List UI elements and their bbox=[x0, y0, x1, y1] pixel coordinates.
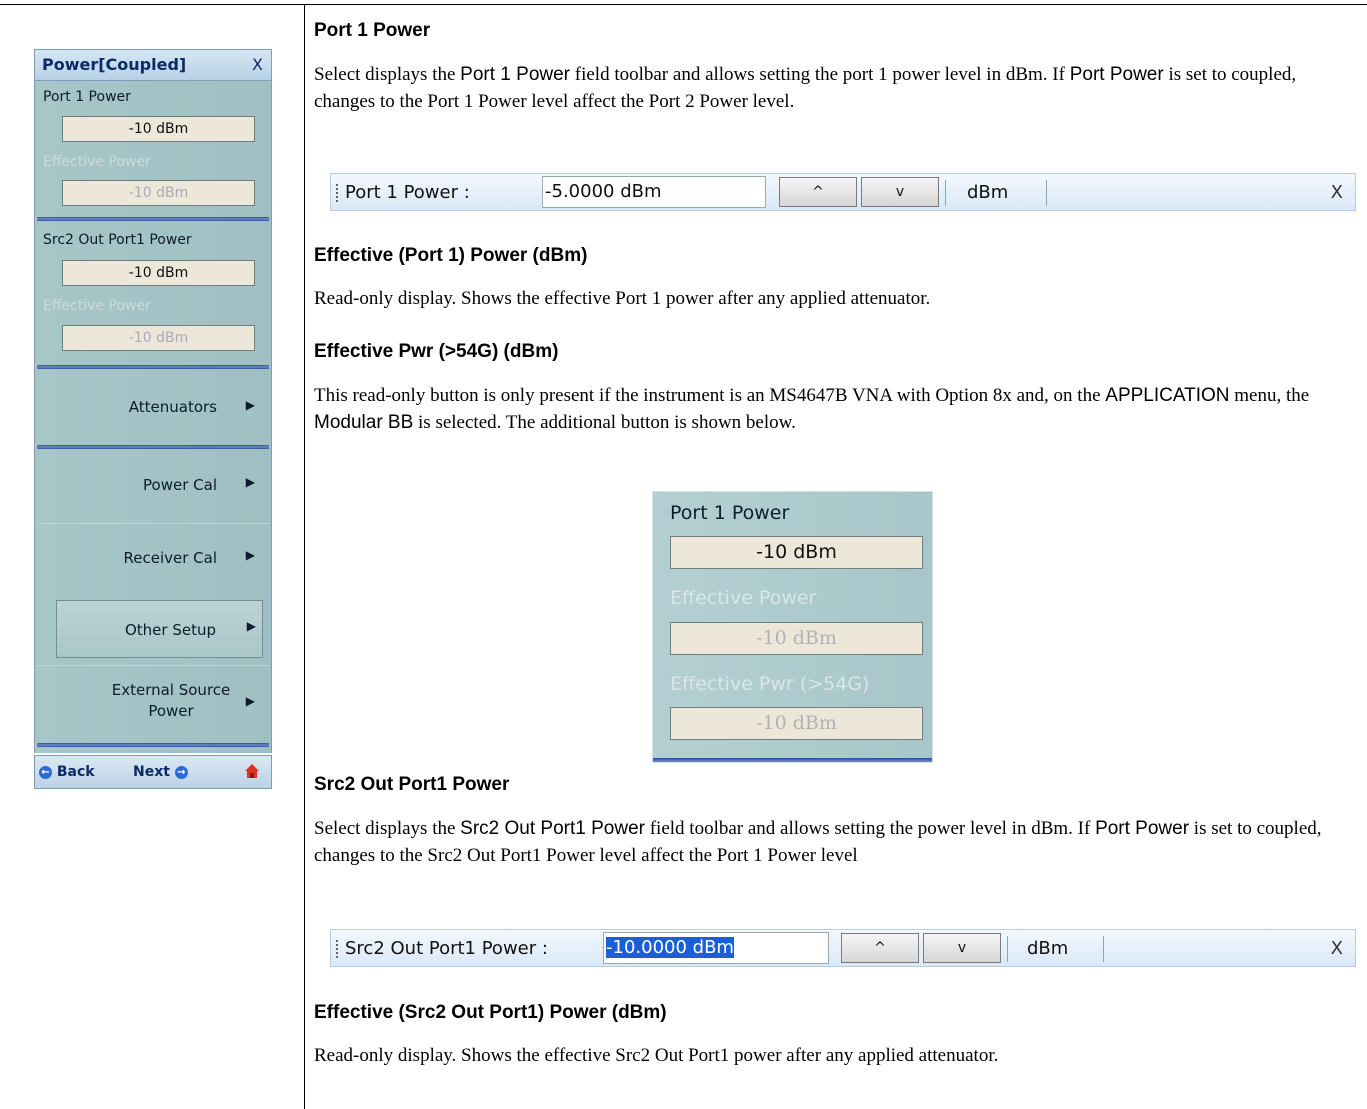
heading-src2-out-port1-power: Src2 Out Port1 Power bbox=[314, 774, 510, 795]
power-menu-panel: Power[Coupled] X Port 1 Power -10 dBm Ef… bbox=[34, 49, 272, 789]
shot-effective-pwr-54g-field: -10 dBm bbox=[670, 707, 923, 740]
toolbar-label: Src2 Out Port1 Power : bbox=[345, 938, 548, 959]
external-source-power-button[interactable]: External Source Power ▶ bbox=[37, 665, 269, 738]
separator bbox=[37, 743, 269, 747]
selected-value: -10.0000 dBm bbox=[606, 937, 734, 958]
chevron-right-icon: ▶ bbox=[245, 398, 255, 412]
receiver-cal-label: Receiver Cal bbox=[123, 549, 218, 567]
toolbar-label: Port 1 Power : bbox=[345, 182, 470, 203]
chevron-right-icon: ▶ bbox=[245, 694, 255, 708]
power-cal-button[interactable]: Power Cal ▶ bbox=[37, 451, 269, 523]
increment-button[interactable]: ^ bbox=[779, 177, 857, 207]
toolbar-divider bbox=[1007, 936, 1008, 962]
heading-effective-port1-power: Effective (Port 1) Power (dBm) bbox=[314, 245, 588, 266]
port1-power-label: Port 1 Power bbox=[43, 89, 131, 105]
src2-out-port1-power-field[interactable]: -10 dBm bbox=[62, 260, 255, 286]
panel-title-bar: Power[Coupled] X bbox=[34, 49, 272, 81]
next-button[interactable]: Next → bbox=[133, 764, 188, 780]
paragraph-effective-src2-power: Read-only display. Shows the effective S… bbox=[314, 1045, 999, 1066]
src2-out-port1-power-label: Src2 Out Port1 Power bbox=[43, 232, 192, 248]
toolbar-close-button[interactable]: X bbox=[1331, 938, 1343, 959]
increment-button[interactable]: ^ bbox=[841, 933, 919, 963]
next-label: Next bbox=[133, 764, 170, 780]
panel-screenshot: Port 1 Power -10 dBm Effective Power -10… bbox=[652, 491, 933, 763]
back-button[interactable]: ← Back bbox=[39, 764, 95, 780]
paragraph-effective-port1-power: Read-only display. Shows the effective P… bbox=[314, 288, 931, 309]
effective-power-label: Effective Power bbox=[43, 154, 151, 170]
toolbar-divider bbox=[1103, 936, 1104, 962]
top-rule bbox=[0, 4, 1367, 5]
paragraph-port1-power: Select displays the Port 1 Power field t… bbox=[314, 64, 1297, 112]
attenuators-button[interactable]: Attenuators ▶ bbox=[37, 371, 269, 443]
decrement-button[interactable]: v bbox=[861, 177, 939, 207]
shot-effective-pwr-54g-label: Effective Pwr (>54G) bbox=[670, 673, 870, 695]
panel-body: Port 1 Power -10 dBm Effective Power -10… bbox=[34, 81, 272, 753]
external-source-power-label: External Source Power bbox=[111, 681, 231, 720]
effective-power-label-2: Effective Power bbox=[43, 298, 151, 314]
shot-separator bbox=[653, 758, 932, 762]
chevron-right-icon: ▶ bbox=[245, 475, 255, 489]
heading-effective-src2-power: Effective (Src2 Out Port1) Power (dBm) bbox=[314, 1002, 667, 1023]
paragraph-src2-out-port1-power: Select displays the Src2 Out Port1 Power… bbox=[314, 818, 1322, 866]
separator bbox=[37, 445, 269, 449]
toolbar-close-button[interactable]: X bbox=[1331, 182, 1343, 203]
separator bbox=[37, 217, 269, 221]
column-divider bbox=[304, 4, 305, 1109]
panel-title: Power[Coupled] bbox=[42, 55, 187, 74]
src2-out-port1-power-toolbar: Src2 Out Port1 Power : -10.0000 dBm ^ v … bbox=[330, 929, 1356, 967]
power-cal-label: Power Cal bbox=[143, 476, 217, 494]
other-setup-button[interactable]: Other Setup ▶ bbox=[56, 600, 263, 658]
shot-effective-power-field: -10 dBm bbox=[670, 622, 923, 655]
shot-effective-power-label: Effective Power bbox=[670, 587, 817, 609]
separator bbox=[37, 365, 269, 369]
toolbar-grip[interactable] bbox=[336, 184, 340, 202]
port1-power-toolbar: Port 1 Power : -5.0000 dBm ^ v dBm X bbox=[330, 173, 1356, 211]
effective-power-field: -10 dBm bbox=[62, 180, 255, 206]
port1-power-field[interactable]: -10 dBm bbox=[62, 116, 255, 142]
panel-close-button[interactable]: X bbox=[252, 55, 263, 74]
paragraph-effective-pwr-54g: This read-only button is only present if… bbox=[314, 385, 1310, 433]
port1-power-input[interactable]: -5.0000 dBm bbox=[542, 176, 766, 208]
toolbar-divider bbox=[945, 180, 946, 206]
effective-power-field-2: -10 dBm bbox=[62, 325, 255, 351]
toolbar-grip[interactable] bbox=[336, 940, 340, 958]
chevron-right-icon: ▶ bbox=[246, 619, 256, 633]
toolbar-divider bbox=[1046, 180, 1047, 206]
shot-port1-power-label: Port 1 Power bbox=[670, 502, 790, 524]
back-label: Back bbox=[56, 764, 95, 780]
panel-footer: ← Back Next → bbox=[34, 755, 272, 789]
shot-port1-power-field: -10 dBm bbox=[670, 536, 923, 569]
src2-out-port1-power-input[interactable]: -10.0000 dBm bbox=[603, 932, 829, 964]
heading-port1-power: Port 1 Power bbox=[314, 20, 431, 41]
other-setup-label: Other Setup bbox=[124, 621, 216, 639]
receiver-cal-button[interactable]: Receiver Cal ▶ bbox=[37, 523, 269, 596]
chevron-right-icon: ▶ bbox=[245, 548, 255, 562]
home-icon[interactable] bbox=[245, 764, 259, 778]
decrement-button[interactable]: v bbox=[923, 933, 1001, 963]
attenuators-label: Attenuators bbox=[128, 398, 217, 416]
heading-effective-pwr-54g: Effective Pwr (>54G) (dBm) bbox=[314, 341, 559, 362]
unit-label: dBm bbox=[1027, 938, 1069, 959]
next-arrow-icon: → bbox=[174, 765, 188, 779]
back-arrow-icon: ← bbox=[39, 765, 52, 779]
unit-label: dBm bbox=[967, 182, 1009, 203]
